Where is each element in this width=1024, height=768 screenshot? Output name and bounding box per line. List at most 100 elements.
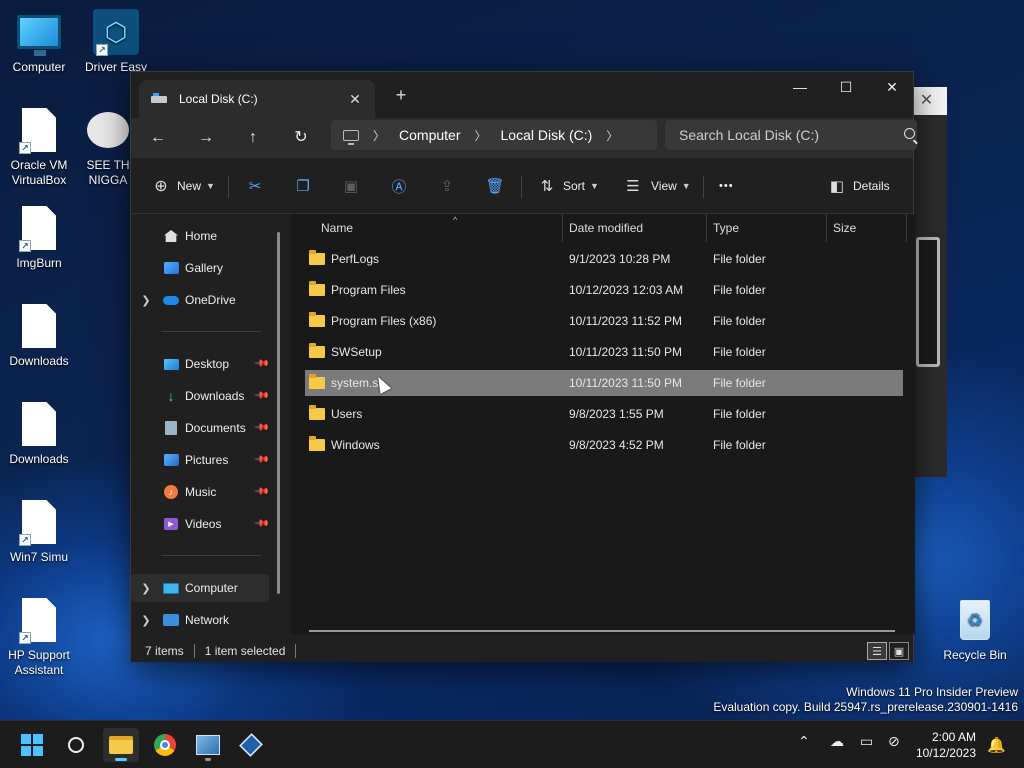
chevron-right-icon[interactable]: ❯	[131, 294, 161, 307]
background-panel	[916, 237, 940, 367]
start-button[interactable]	[14, 728, 50, 762]
table-row[interactable]: Windows 9/8/2023 4:52 PM File folder	[305, 432, 903, 458]
search-input[interactable]: Search Local Disk (C:)	[665, 120, 917, 150]
table-row[interactable]: SWSetup 10/11/2023 11:50 PM File folder	[305, 339, 903, 365]
tab-local-disk[interactable]: Local Disk (C:) ✕	[139, 80, 375, 118]
chevron-right-icon[interactable]: ❯	[131, 614, 161, 627]
share-button[interactable]: ⇪	[437, 172, 457, 200]
taskbar-file-explorer[interactable]	[103, 728, 139, 762]
video-icon: ▶	[161, 516, 181, 532]
table-row[interactable]: Program Files 10/12/2023 12:03 AM File f…	[305, 277, 903, 303]
pin-icon[interactable]: 📌	[253, 451, 271, 469]
notification-bell-icon[interactable]: 🔔	[987, 736, 1006, 754]
display-icon[interactable]: ▭	[860, 733, 873, 750]
chevron-down-icon: ▼	[206, 181, 215, 191]
navigation-bar: ← → ↑ ↻ 〉 Computer 〉 Local Disk (C:) 〉 S…	[131, 118, 917, 158]
sidebar-item-music[interactable]: ♪ Music 📌	[131, 478, 271, 506]
taskbar-clock[interactable]: 2:00 AM 10/12/2023	[916, 729, 976, 761]
new-button[interactable]: ⊕ New ▼	[151, 172, 215, 200]
chevron-up-icon[interactable]: ⌃	[798, 733, 810, 750]
desktop-icon-hp-support[interactable]: ↗ HP Support Assistant	[1, 596, 77, 678]
pin-icon[interactable]: 📌	[253, 515, 271, 533]
selection-count: 1 item selected	[204, 644, 286, 658]
breadcrumb-computer[interactable]: Computer	[399, 127, 460, 143]
sort-label: Sort	[563, 179, 586, 193]
forward-button[interactable]: →	[191, 124, 221, 152]
file-list[interactable]: Name ^ Date modified Type Size PerfLogs …	[291, 214, 915, 634]
pin-icon[interactable]: 📌	[253, 483, 271, 501]
column-header-name[interactable]: Name ^	[315, 214, 563, 242]
details-label: Details	[853, 179, 890, 193]
horizontal-scrollbar[interactable]	[309, 630, 895, 632]
new-tab-button[interactable]: +	[389, 84, 413, 108]
chevron-right-icon[interactable]: 〉	[606, 127, 618, 144]
refresh-button[interactable]: ↻	[286, 124, 316, 152]
taskbar-chrome[interactable]	[147, 728, 183, 762]
desktop-icon-downloads-2[interactable]: Downloads	[1, 400, 77, 467]
sidebar-item-desktop[interactable]: Desktop 📌	[131, 350, 271, 378]
onedrive-status-icon[interactable]: ☁	[830, 733, 844, 750]
title-bar[interactable]: Local Disk (C:) ✕ + — ☐ ✕	[131, 72, 913, 118]
pin-icon[interactable]: 📌	[253, 387, 271, 405]
view-button[interactable]: ☰ View ▼	[623, 172, 690, 200]
column-header-date[interactable]: Date modified	[563, 214, 707, 242]
sidebar-item-videos[interactable]: ▶ Videos 📌	[131, 510, 271, 538]
view-label: View	[651, 179, 677, 193]
sidebar-item-gallery[interactable]: Gallery	[131, 254, 269, 282]
network-offline-icon[interactable]: ⊘	[888, 733, 900, 750]
more-options-button[interactable]: •••	[719, 172, 734, 200]
sidebar-scrollbar[interactable]	[277, 232, 280, 594]
delete-button[interactable]: 🗑	[485, 172, 505, 200]
maximize-button[interactable]: ☐	[823, 72, 869, 102]
pin-icon[interactable]: 📌	[253, 355, 271, 373]
address-bar[interactable]: 〉 Computer 〉 Local Disk (C:) 〉	[331, 120, 657, 150]
minimize-button[interactable]: —	[777, 72, 823, 102]
navigation-pane[interactable]: Home Gallery ❯ OneDrive Desktop 📌 ↓ Down…	[131, 214, 289, 634]
table-row[interactable]: Users 9/8/2023 1:55 PM File folder	[305, 401, 903, 427]
pictures-icon	[161, 452, 181, 468]
back-button[interactable]: ←	[143, 124, 173, 152]
sort-button[interactable]: ⇅ Sort ▼	[537, 172, 599, 200]
copy-button[interactable]: ❐	[293, 172, 313, 200]
column-header-type[interactable]: Type	[707, 214, 827, 242]
details-pane-icon: ◧	[829, 178, 845, 195]
sidebar-item-pictures[interactable]: Pictures 📌	[131, 446, 271, 474]
table-row[interactable]: PerfLogs 9/1/2023 10:28 PM File folder	[305, 246, 903, 272]
tiles-view-icon[interactable]: ▣	[889, 642, 909, 660]
column-header-size[interactable]: Size	[827, 214, 907, 242]
details-view-icon[interactable]: ☰	[867, 642, 887, 660]
search-button[interactable]	[58, 728, 94, 762]
desktop-icon-driver-easy[interactable]: ⬡ ↗ Driver Easy	[78, 8, 154, 75]
desktop-icon-win7-simu[interactable]: ↗ Win7 Simu	[1, 498, 77, 565]
chevron-right-icon[interactable]: ❯	[131, 582, 161, 595]
desktop-icon-downloads-1[interactable]: Downloads	[1, 302, 77, 369]
sidebar-item-onedrive[interactable]: ❯ OneDrive	[131, 286, 269, 314]
sidebar-item-computer[interactable]: ❯ Computer	[131, 574, 269, 602]
sidebar-item-documents[interactable]: Documents 📌	[131, 414, 271, 442]
table-row-selected[interactable]: system.sa 10/11/2023 11:50 PM File folde…	[305, 370, 903, 396]
file-explorer-window[interactable]: Local Disk (C:) ✕ + — ☐ ✕ ← → ↑ ↻ 〉 Comp…	[130, 71, 917, 662]
folder-icon	[309, 436, 325, 451]
sidebar-item-network[interactable]: ❯ Network	[131, 606, 269, 634]
list-view-icon: ☰	[626, 178, 640, 195]
desktop-icon-virtualbox[interactable]: ↗ Oracle VM VirtualBox	[1, 106, 77, 188]
taskbar-app[interactable]	[190, 728, 226, 762]
breadcrumb-local-disk[interactable]: Local Disk (C:)	[501, 127, 593, 143]
close-button[interactable]: ✕	[869, 72, 915, 102]
desktop-icon-imgburn[interactable]: ↗ ImgBurn	[1, 204, 77, 271]
details-pane-button[interactable]: ◧ Details	[827, 172, 890, 200]
desktop-icon-computer[interactable]: Computer	[1, 8, 77, 75]
taskbar-virtualbox[interactable]	[233, 728, 269, 762]
driver-easy-icon: ⬡ ↗	[92, 8, 140, 56]
sidebar-item-home[interactable]: Home	[131, 222, 269, 250]
desktop-icon-recycle-bin[interactable]: ♻ Recycle Bin	[937, 596, 1013, 663]
up-button[interactable]: ↑	[238, 124, 268, 152]
rename-button[interactable]: Ⓐ	[389, 172, 409, 200]
pin-icon[interactable]: 📌	[253, 419, 271, 437]
paste-button[interactable]: ▣	[341, 172, 361, 200]
cut-button[interactable]: ✂	[245, 172, 265, 200]
sidebar-item-downloads[interactable]: ↓ Downloads 📌	[131, 382, 271, 410]
table-row[interactable]: Program Files (x86) 10/11/2023 11:52 PM …	[305, 308, 903, 334]
tab-close-icon[interactable]: ✕	[347, 91, 363, 108]
desktop-icon-image[interactable]: SEE TH NIGGA	[78, 106, 138, 188]
